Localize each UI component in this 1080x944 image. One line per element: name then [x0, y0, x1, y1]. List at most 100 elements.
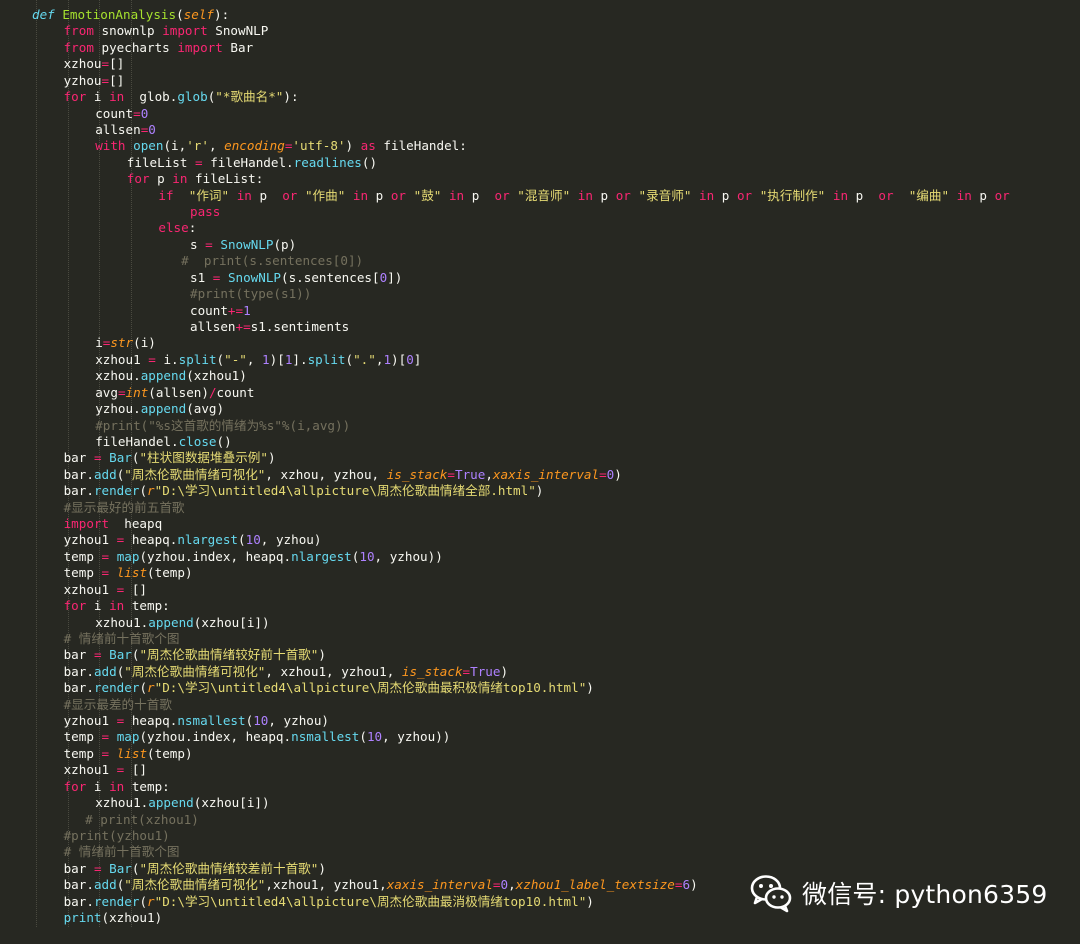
code-token: r — [147, 893, 155, 909]
code-token: i — [95, 335, 103, 351]
code-token: Bar — [109, 860, 132, 876]
code-token: "*歌曲名*" — [215, 89, 284, 105]
code-line: from pyecharts import Bar — [64, 40, 254, 56]
code-token: p — [368, 187, 391, 203]
code-token: = — [117, 384, 126, 400]
code-token: 0 — [140, 105, 149, 121]
code-token: ( — [216, 351, 225, 367]
code-token: from — [63, 39, 94, 55]
code-line: import heapq — [64, 516, 163, 532]
code-token: bar. — [63, 663, 94, 679]
code-token: = — [195, 154, 203, 170]
code-token: for — [126, 171, 150, 187]
code-token: (i, — [163, 138, 187, 154]
code-token: (xzhou[i]) — [193, 614, 270, 630]
code-line: xzhou.append(xzhou1) — [95, 368, 247, 384]
code-token: (i) — [133, 335, 156, 351]
code-token: add — [93, 663, 117, 679]
code-token: yzhou1 — [63, 532, 117, 548]
code-line: bar = Bar("柱状图数据堆叠示例") — [64, 450, 276, 466]
code-token: (xzhou1) — [186, 368, 247, 384]
code-token: EmotionAnalysis — [62, 7, 177, 22]
code-line: # print(s.sentences[0]) — [158, 253, 363, 269]
code-line: temp = list(temp) — [64, 746, 193, 762]
code-token: #print(type(s1)) — [190, 286, 312, 302]
code-token: xzhou — [63, 56, 102, 72]
code-token: "D:\学习\untitled4\allpicture\周杰伦歌曲最积极情绪to… — [154, 680, 587, 696]
code-line: #print(yzhou1) — [64, 828, 170, 844]
code-token: count — [190, 302, 228, 318]
code-token: list — [116, 745, 148, 761]
code-token: append — [148, 614, 194, 630]
code-token: ( — [359, 729, 367, 745]
code-token: for — [63, 598, 87, 614]
code-token: heapq — [109, 516, 163, 532]
code-token: = — [93, 647, 102, 663]
code-line: for p in fileList: — [127, 171, 264, 187]
code-token: close — [178, 433, 217, 449]
code-token: xzhou1 — [63, 581, 117, 597]
code-line: xzhou1.append(xzhou[i]) — [95, 615, 269, 631]
code-token: ) — [345, 138, 361, 154]
code-token: [] — [124, 581, 148, 597]
code-token: str — [110, 335, 134, 351]
code-token: snownlp — [93, 23, 163, 39]
code-token: (allsen) — [148, 384, 209, 400]
code-line: count+=1 — [190, 303, 251, 319]
code-token: or — [615, 187, 631, 203]
code-token: = — [205, 236, 213, 252]
code-token: 'r' — [186, 138, 209, 154]
code-token: ): — [214, 7, 230, 22]
code-token: , xzhou1, yzhou1, — [265, 663, 402, 679]
code-token: # 情绪前十首歌个图 — [63, 630, 180, 646]
code-line: s = SnowNLP(p) — [190, 237, 296, 253]
code-line: yzhou1 = heapq.nlargest(10, yzhou) — [64, 532, 322, 548]
code-token: "-" — [224, 351, 247, 367]
code-token: xzhou. — [95, 368, 141, 384]
code-token: def — [32, 7, 55, 22]
code-token: += — [227, 302, 244, 318]
code-token: #显示最好的前五首歌 — [63, 499, 185, 515]
code-editor[interactable]: def EmotionAnalysis(self): from snownlp i… — [0, 0, 1080, 944]
code-line: with open(i,'r', encoding='utf-8') as fi… — [95, 138, 467, 154]
code-token: nsmallest — [177, 713, 246, 729]
code-token: = — [148, 351, 156, 367]
code-token: #print("%s这首歌的情绪为%s"%(i,avg)) — [95, 417, 351, 433]
code-token: , — [208, 138, 225, 154]
code-token: #显示最差的十首歌 — [63, 696, 172, 712]
code-token: in — [448, 187, 465, 203]
code-token: add — [93, 466, 117, 482]
code-token: readlines — [293, 154, 362, 170]
code-token: = — [599, 466, 607, 482]
code-token: = — [101, 72, 110, 88]
code-token: split — [178, 351, 217, 367]
code-token: 10 — [366, 729, 383, 745]
code-token: (p) — [273, 236, 297, 252]
code-token: "周杰伦歌曲情绪可视化" — [124, 663, 266, 679]
code-token: in — [352, 187, 369, 203]
code-token: list — [116, 565, 148, 581]
code-line: if "作词" in p or "作曲" in p or "鼓" in p or… — [158, 188, 1009, 204]
code-token: ( — [345, 351, 354, 367]
code-token: ]) — [387, 269, 403, 285]
code-token: Bar — [222, 39, 254, 55]
code-token: p — [592, 187, 616, 203]
code-token: temp — [63, 745, 102, 761]
code-token: import — [162, 23, 208, 39]
code-token: glob. — [124, 89, 178, 105]
code-token: in — [109, 598, 125, 614]
code-token: , yzhou)) — [374, 548, 443, 564]
code-token: (xzhou[i]) — [193, 795, 270, 811]
code-token: Bar — [109, 647, 132, 663]
code-token: or — [390, 187, 407, 203]
code-token: heapq. — [124, 532, 178, 548]
code-token: bar. — [63, 483, 94, 499]
code-token: [] — [109, 56, 125, 72]
code-token: SnowNLP — [227, 269, 282, 285]
